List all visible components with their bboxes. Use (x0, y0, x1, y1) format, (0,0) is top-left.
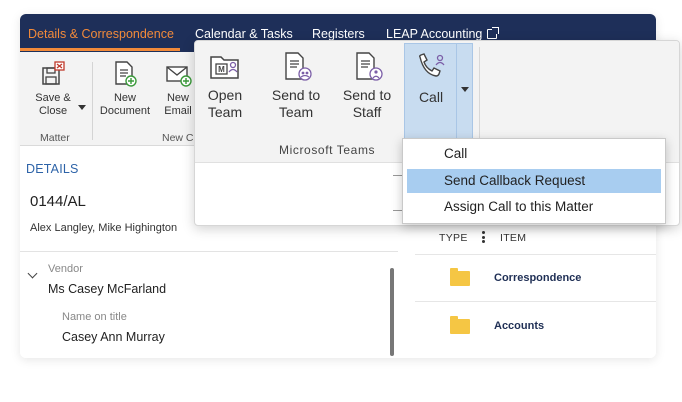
matter-group-label: Matter (40, 132, 70, 144)
header-divider (415, 254, 656, 255)
open-team-label-2: Team (207, 104, 243, 120)
matter-number: 0144/AL (30, 193, 86, 210)
name-on-title-value: Casey Ann Murray (62, 330, 165, 344)
column-menu-icon[interactable] (482, 231, 485, 243)
open-team-button[interactable]: M Open Team (203, 51, 247, 121)
send-to-team-icon (285, 52, 312, 81)
menu-item-call[interactable]: Call (407, 142, 661, 166)
document-item-correspondence[interactable]: Correspondence (494, 272, 581, 284)
phone-call-icon (418, 53, 445, 77)
call-dropdown-menu: Call Send Callback Request Assign Call t… (402, 138, 666, 224)
tab-leap-accounting-label: LEAP Accounting (386, 27, 483, 41)
details-heading: DETAILS (26, 162, 79, 176)
ribbon-separator (92, 62, 93, 140)
name-on-title-label: Name on title (62, 311, 127, 323)
save-close-label-1: Save & (35, 92, 71, 104)
save-close-dropdown-caret[interactable] (78, 105, 86, 110)
new-document-button[interactable]: New Document (98, 60, 152, 118)
column-header-type[interactable]: TYPE (439, 232, 468, 244)
send-to-staff-label-1: Send to (342, 87, 392, 103)
new-email-label-2: Email (164, 105, 192, 117)
active-tab-indicator (20, 48, 180, 51)
open-team-label-1: Open (207, 87, 243, 103)
new-document-label-1: New (113, 92, 136, 104)
open-team-icon: M (210, 56, 239, 79)
svg-text:M: M (218, 65, 225, 74)
new-document-label-2: Document (99, 105, 151, 117)
send-to-staff-label-2: Staff (352, 104, 382, 120)
send-to-staff-button[interactable]: Send to Staff (338, 51, 396, 121)
save-close-button[interactable]: Save & Close (30, 60, 76, 118)
vendor-value: Ms Casey McFarland (48, 282, 167, 296)
menu-item-assign-call-to-matter[interactable]: Assign Call to this Matter (407, 195, 661, 219)
send-to-staff-icon (356, 52, 383, 81)
save-close-label-2: Close (38, 105, 68, 117)
document-item-accounts[interactable]: Accounts (494, 320, 544, 332)
menu-item-send-callback-request[interactable]: Send Callback Request (407, 169, 661, 193)
save-icon (42, 61, 65, 85)
send-to-team-label-1: Send to (271, 87, 321, 103)
details-divider (20, 251, 398, 252)
send-to-team-button[interactable]: Send to Team (267, 51, 325, 121)
call-button[interactable]: Call (407, 51, 455, 106)
new-email-label-1: New (166, 92, 189, 104)
details-scrollbar[interactable] (390, 268, 394, 356)
tab-details-correspondence[interactable]: Details & Correspondence (28, 14, 174, 52)
row-divider (415, 301, 656, 302)
call-label: Call (418, 89, 444, 105)
microsoft-teams-group-label: Microsoft Teams (279, 143, 376, 157)
new-document-icon (115, 61, 137, 87)
external-link-icon (487, 27, 500, 39)
vendor-label: Vendor (48, 263, 83, 275)
matter-staff-names: Alex Langley, Mike Highington (30, 222, 178, 234)
call-split-divider (456, 43, 457, 139)
send-to-team-label-2: Team (278, 104, 314, 120)
column-header-item[interactable]: ITEM (500, 232, 526, 244)
folder-icon (450, 268, 470, 286)
new-email-icon (166, 66, 192, 87)
folder-icon (450, 316, 470, 334)
new-email-button[interactable]: New Email (160, 60, 196, 118)
call-dropdown-caret[interactable] (461, 87, 469, 92)
